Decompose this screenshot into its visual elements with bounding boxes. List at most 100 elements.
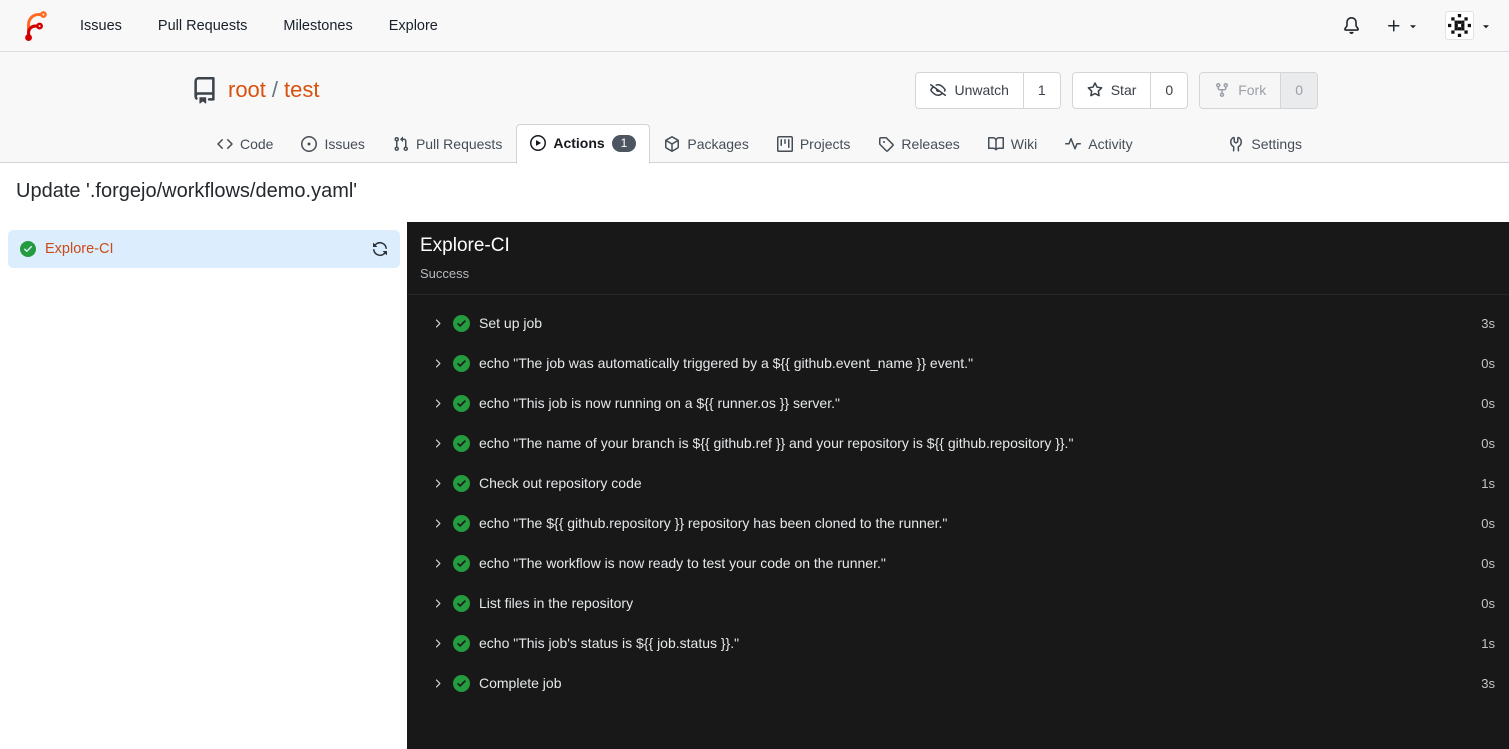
chevron-right-icon[interactable] [431, 397, 444, 410]
step-row[interactable]: echo "The ${{ github.repository }} repos… [407, 503, 1509, 543]
repo-icon [191, 77, 218, 104]
step-name: List files in the repository [479, 595, 634, 611]
tab-releases[interactable]: Releases [864, 125, 973, 164]
step-row[interactable]: echo "The workflow is now ready to test … [407, 543, 1509, 583]
chevron-right-icon[interactable] [431, 557, 444, 570]
fork-icon [1214, 82, 1230, 98]
repo-actions: Unwatch 1 Star 0 Fork 0 [915, 71, 1318, 109]
chevron-right-icon[interactable] [431, 317, 444, 330]
tab-packages[interactable]: Packages [650, 125, 762, 164]
star-button[interactable]: Star 0 [1071, 71, 1189, 109]
step-name: Check out repository code [479, 475, 642, 491]
step-row[interactable]: List files in the repository 0s [407, 583, 1509, 623]
tab-packages-label: Packages [687, 136, 749, 152]
eye-closed-icon [930, 82, 946, 98]
plus-icon [1386, 18, 1402, 34]
project-icon [777, 136, 793, 152]
forgejo-logo-icon [17, 9, 50, 42]
repo-separator: / [271, 77, 279, 102]
tab-projects-label: Projects [799, 136, 851, 152]
tab-activity-label: Activity [1088, 136, 1133, 152]
unwatch-button[interactable]: Unwatch 1 [915, 71, 1061, 109]
rerun-sync-icon[interactable] [372, 241, 388, 257]
fork-count[interactable]: 0 [1280, 72, 1317, 108]
star-icon [1087, 82, 1103, 98]
git-pull-request-icon [393, 136, 409, 152]
step-name: Complete job [479, 675, 562, 691]
tab-actions-label: Actions [553, 135, 605, 152]
fork-label: Fork [1238, 82, 1267, 98]
step-row[interactable]: Check out repository code 1s [407, 463, 1509, 503]
step-row[interactable]: echo "The job was automatically triggere… [407, 343, 1509, 383]
check-circle-icon [453, 675, 470, 692]
chevron-right-icon[interactable] [431, 477, 444, 490]
job-panel-header: Explore-CI Success [407, 222, 1509, 295]
chevron-right-icon[interactable] [431, 677, 444, 690]
step-duration: 0s [1481, 355, 1495, 371]
nav-item-issues[interactable]: Issues [80, 18, 122, 34]
step-row[interactable]: Complete job 3s [407, 663, 1509, 703]
job-item-explore-ci[interactable]: Explore-CI [8, 230, 400, 268]
step-name: echo "This job's status is ${{ job.statu… [479, 635, 740, 651]
step-row[interactable]: echo "The name of your branch is ${{ git… [407, 423, 1509, 463]
check-circle-icon [453, 635, 470, 652]
check-circle-icon [453, 315, 470, 332]
tab-settings[interactable]: Settings [1214, 125, 1316, 164]
issue-opened-icon [301, 136, 317, 152]
tools-icon [1228, 136, 1244, 152]
watch-count[interactable]: 1 [1022, 72, 1060, 108]
step-row[interactable]: echo "This job's status is ${{ job.statu… [407, 623, 1509, 663]
step-name: echo "The name of your branch is ${{ git… [479, 435, 1074, 451]
notifications-button[interactable] [1343, 17, 1360, 34]
tab-projects[interactable]: Projects [763, 125, 865, 164]
tab-pull-requests-label: Pull Requests [415, 136, 503, 152]
nav-item-explore[interactable]: Explore [389, 18, 438, 34]
check-circle-icon [453, 555, 470, 572]
tab-settings-label: Settings [1251, 136, 1302, 152]
forgejo-logo[interactable] [17, 9, 50, 42]
job-log-panel: Explore-CI Success Set up job 3s echo "T… [407, 222, 1509, 749]
chevron-right-icon[interactable] [431, 637, 444, 650]
check-circle-icon [453, 435, 470, 452]
job-panel-title: Explore-CI [420, 235, 510, 256]
tab-pull-requests[interactable]: Pull Requests [379, 125, 516, 164]
steps-list: Set up job 3s echo "The job was automati… [407, 295, 1509, 703]
step-duration: 0s [1481, 595, 1495, 611]
repo-owner-link[interactable]: root [228, 77, 266, 103]
tab-issues[interactable]: Issues [287, 125, 378, 164]
chevron-down-icon [1407, 20, 1419, 32]
nav-item-milestones[interactable]: Milestones [283, 18, 352, 34]
step-name: echo "The workflow is now ready to test … [479, 555, 886, 571]
star-count[interactable]: 0 [1150, 72, 1187, 108]
job-name: Explore-CI [45, 241, 114, 257]
step-name: echo "The job was automatically triggere… [479, 355, 974, 371]
step-name: echo "The ${{ github.repository }} repos… [479, 515, 948, 531]
actions-count-badge: 1 [611, 134, 637, 152]
check-circle-icon [453, 515, 470, 532]
play-icon [530, 135, 546, 151]
step-duration: 0s [1481, 395, 1495, 411]
star-label: Star [1110, 82, 1137, 98]
chevron-right-icon[interactable] [431, 597, 444, 610]
navbar-links: Issues Pull Requests Milestones Explore [80, 18, 438, 34]
tab-code-label: Code [240, 136, 274, 152]
step-name: Set up job [479, 315, 543, 331]
chevron-right-icon[interactable] [431, 517, 444, 530]
fork-button[interactable]: Fork 0 [1199, 71, 1318, 109]
chevron-down-icon [1480, 20, 1492, 32]
create-new-button[interactable] [1386, 18, 1419, 34]
step-row[interactable]: Set up job 3s [407, 303, 1509, 343]
tab-actions[interactable]: Actions 1 [516, 123, 651, 164]
run-title: Update '.forgejo/workflows/demo.yaml' [16, 180, 358, 202]
step-row[interactable]: echo "This job is now running on a ${{ r… [407, 383, 1509, 423]
repo-name-link[interactable]: test [284, 77, 319, 103]
package-icon [664, 136, 680, 152]
chevron-right-icon[interactable] [431, 437, 444, 450]
nav-item-pull-requests[interactable]: Pull Requests [158, 18, 247, 34]
user-menu-button[interactable] [1445, 11, 1492, 40]
tab-code[interactable]: Code [203, 125, 287, 164]
chevron-right-icon[interactable] [431, 357, 444, 370]
repo-title-row: root / test Unwatch 1 Star 0 Fork 0 [191, 52, 1318, 120]
tab-activity[interactable]: Activity [1051, 125, 1146, 164]
tab-wiki[interactable]: Wiki [974, 125, 1051, 164]
